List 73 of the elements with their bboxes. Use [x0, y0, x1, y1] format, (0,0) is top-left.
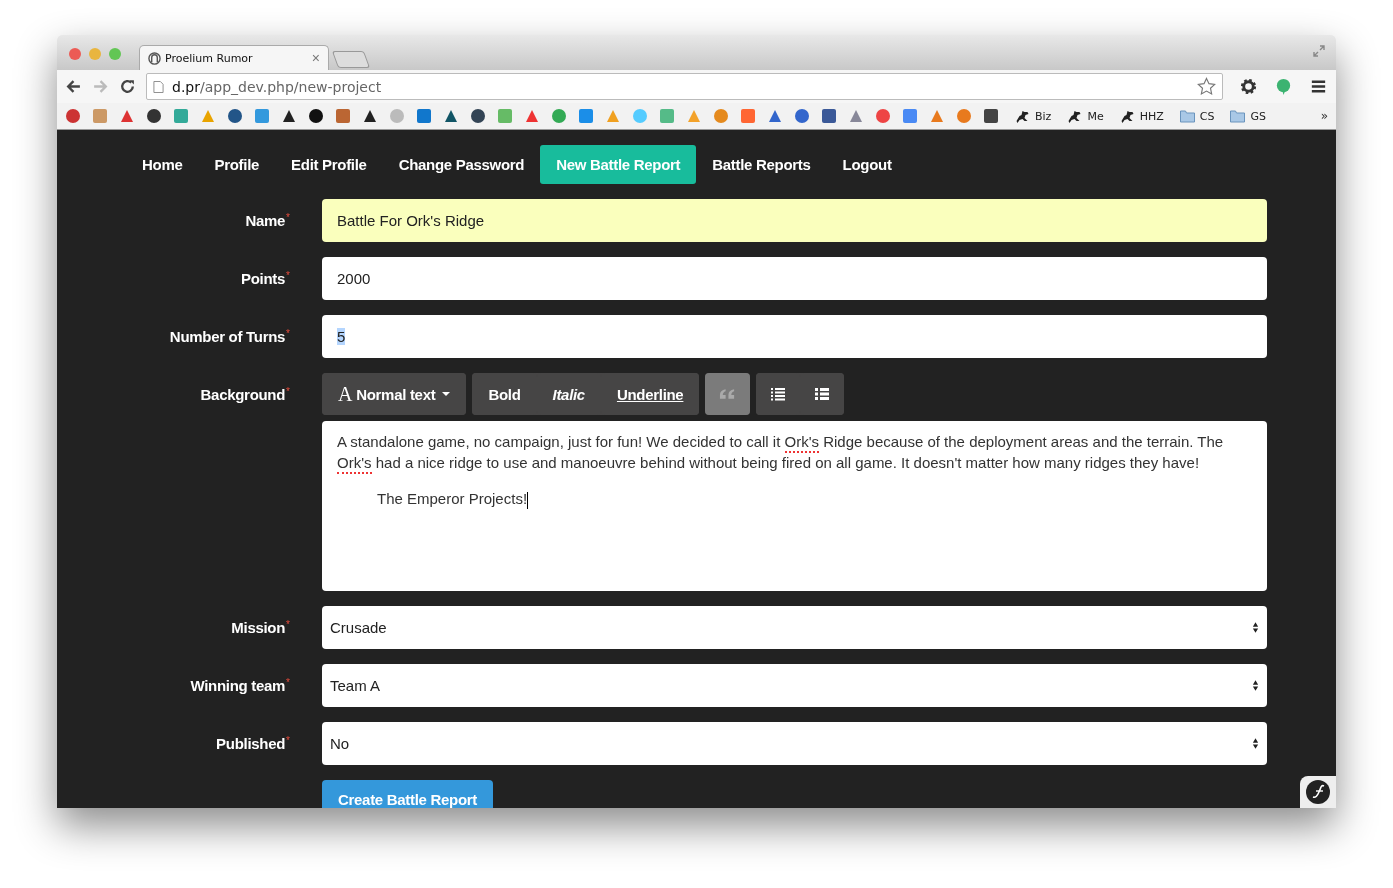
tab-favicon-icon — [148, 51, 161, 65]
quote-icon — [719, 388, 737, 400]
editor-paragraph: A standalone game, no campaign, just for fun! We decided to call it Ork's Ridge because of the deployment areas and the terrain. The Ork's had a nice ridge to use and manoeuvre behind without being fired on all game. It doesn't matter how many ridges they have! — [337, 431, 1252, 473]
nav-link[interactable]: Battle Reports — [696, 145, 827, 184]
required-mark: * — [286, 328, 290, 339]
bookmark-icon[interactable] — [146, 108, 162, 124]
required-mark: * — [286, 735, 290, 746]
bookmark-icon[interactable] — [227, 108, 243, 124]
page-icon — [153, 79, 164, 94]
text-style-dropdown[interactable]: A Normal text — [322, 373, 467, 415]
required-mark: * — [286, 386, 290, 397]
tab-title: Proelium Rumor — [165, 51, 254, 65]
bookmark-icon[interactable] — [983, 108, 999, 124]
required-mark: * — [286, 619, 290, 630]
nav-link[interactable]: Logout — [826, 145, 908, 184]
bookmark-icon[interactable] — [821, 108, 837, 124]
browser-tab[interactable]: Proelium Rumor × — [139, 45, 329, 70]
debug-toolbar-button[interactable] — [1300, 776, 1336, 808]
select-arrows-icon — [1252, 621, 1259, 634]
fullscreen-icon[interactable] — [1312, 44, 1326, 58]
select-arrows-icon — [1252, 679, 1259, 692]
close-tab-button[interactable]: × — [311, 50, 320, 66]
text-field[interactable]: Battle For Ork's Ridge — [322, 199, 1267, 242]
url-text: d.pr/app_dev.php/new-project — [172, 78, 383, 95]
text-field[interactable]: 5 — [322, 315, 1267, 358]
bookmark-link[interactable]: GS — [1229, 109, 1266, 123]
quote-button[interactable] — [705, 373, 751, 415]
reload-icon[interactable] — [119, 78, 136, 95]
required-mark: * — [286, 677, 290, 688]
bookmark-icon[interactable] — [308, 108, 324, 124]
select-arrows-icon — [1252, 737, 1259, 750]
close-window-icon[interactable] — [69, 48, 81, 60]
nav-link[interactable]: Profile — [198, 145, 276, 184]
settings-icon[interactable] — [1239, 77, 1258, 96]
more-bookmarks-button[interactable]: » — [1320, 109, 1328, 123]
required-mark: * — [286, 270, 290, 281]
field-label: Published — [216, 735, 286, 752]
field-label: Winning team — [190, 677, 286, 694]
list-icon — [770, 387, 787, 401]
rich-text-editor[interactable] — [322, 421, 1267, 591]
bookmark-icon[interactable] — [362, 108, 378, 124]
field-label: Background — [200, 386, 286, 403]
caret-icon — [442, 392, 451, 396]
field-label: Points — [241, 270, 286, 287]
new-tab-button[interactable] — [331, 51, 371, 68]
back-icon[interactable] — [65, 78, 82, 95]
bookmark-icon[interactable] — [470, 108, 486, 124]
bookmark-star-icon[interactable] — [1197, 77, 1216, 96]
field-label: Name — [245, 212, 286, 229]
list-icon — [814, 387, 831, 401]
select-field[interactable]: Crusade — [322, 606, 1267, 649]
bookmark-link[interactable]: HHZ — [1118, 109, 1164, 123]
nav-link[interactable]: Home — [126, 145, 199, 184]
select-field[interactable]: Team A — [322, 664, 1267, 707]
select-field[interactable]: No — [322, 722, 1267, 765]
bookmark-link[interactable]: Biz — [1014, 109, 1052, 123]
folder-icon — [1229, 109, 1247, 123]
field-label: Number of Turns — [169, 328, 286, 345]
text-field[interactable]: 2000 — [322, 257, 1267, 300]
required-mark: * — [286, 212, 290, 223]
swirl-logo-icon — [1305, 779, 1331, 805]
extension-icon[interactable] — [1274, 77, 1293, 96]
editor-paragraph: The Emperor Projects! — [377, 489, 530, 509]
bookmark-icon[interactable] — [281, 108, 297, 124]
field-label: Mission — [231, 619, 286, 636]
horse-icon — [1014, 109, 1031, 123]
nav-link[interactable]: Change Password — [382, 145, 541, 184]
bookmark-link[interactable]: Me — [1066, 109, 1104, 123]
folder-icon — [1178, 109, 1196, 123]
nav-link[interactable]: Edit Profile — [275, 145, 383, 184]
bookmark-link[interactable]: CS — [1178, 109, 1215, 123]
address-bar[interactable]: d.pr/app_dev.php/new-project — [146, 73, 1223, 100]
bookmark-icon[interactable] — [443, 108, 459, 124]
